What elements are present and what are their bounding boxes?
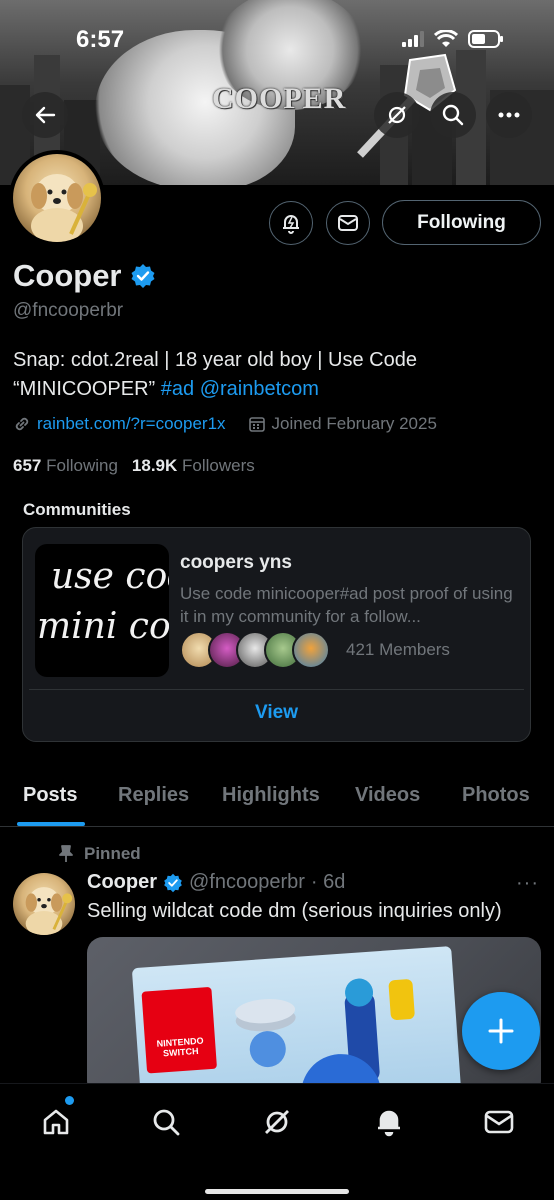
verified-badge-icon[interactable]	[130, 263, 156, 289]
profile-avatar[interactable]	[9, 150, 105, 246]
bio-line: Snap: cdot.2real | 18 year old boy | Use…	[13, 349, 417, 371]
post-author-name[interactable]: Cooper	[87, 871, 157, 894]
tab-photos[interactable]: Photos	[462, 784, 530, 807]
plus-icon	[488, 1018, 514, 1044]
more-icon	[498, 112, 520, 118]
joined-date: Joined February 2025	[271, 414, 437, 433]
website-link[interactable]: rainbet.com/?r=cooper1x	[37, 414, 226, 434]
bio-line: “MINICOOPER” #ad @rainbetcom	[13, 375, 533, 404]
post-text: Selling wildcat code dm (serious inquiri…	[87, 900, 502, 922]
post-header: Cooper @fncooperbr · 6d	[87, 871, 345, 894]
mention-link[interactable]: @rainbetcom	[200, 378, 319, 400]
search-icon	[153, 1109, 180, 1136]
status-time: 6:57	[76, 26, 125, 53]
link-icon	[15, 417, 29, 431]
notification-bell-icon	[283, 215, 299, 234]
website-item[interactable]: rainbet.com/?r=cooper1x	[13, 414, 226, 434]
puppy-graphic	[31, 174, 97, 242]
home-indicator	[205, 1189, 349, 1194]
image-text-line: use code	[51, 556, 169, 597]
member-count: 421 Members	[346, 640, 450, 659]
communities-heading: Communities	[23, 500, 131, 519]
joined-item: Joined February 2025	[248, 414, 437, 434]
tab-replies[interactable]: Replies	[118, 784, 189, 807]
arrow-left-icon	[35, 106, 56, 124]
post-author-handle[interactable]: @fncooperbr	[189, 871, 305, 894]
follow-counts: 657 Following 18.9K Followers	[13, 456, 255, 476]
envelope-icon	[484, 1110, 514, 1134]
display-name: Cooper	[13, 258, 122, 293]
profile-bio: Snap: cdot.2real | 18 year old boy | Use…	[13, 346, 533, 404]
pinned-label: Pinned	[58, 844, 141, 864]
vbucks-graphic	[235, 978, 415, 1097]
profile-tabs: Posts Replies Highlights Videos Photos	[0, 770, 554, 827]
pin-icon	[59, 845, 73, 862]
battery-icon	[468, 30, 503, 48]
status-icons	[402, 30, 504, 48]
active-tab-indicator	[17, 822, 85, 826]
search-icon	[442, 104, 464, 126]
community-members: 421 Members	[180, 631, 450, 669]
tab-posts[interactable]: Posts	[23, 784, 77, 807]
signal-icon	[402, 31, 424, 47]
bio-text: “MINICOOPER”	[13, 378, 156, 400]
following-label: Following	[46, 456, 118, 475]
gift-card-graphic: NINTENDO SWITCH	[131, 946, 463, 1097]
profile-meta: rainbet.com/?r=cooper1x Joined February …	[13, 414, 459, 434]
more-options-button[interactable]	[486, 92, 532, 138]
image-text-line: mini cooper	[37, 606, 169, 647]
divider	[29, 689, 524, 690]
avatar-image	[13, 154, 101, 242]
bottom-navigation	[0, 1083, 554, 1200]
wifi-icon	[434, 30, 458, 47]
following-count-link[interactable]: 657 Following	[13, 456, 118, 476]
post-author-avatar[interactable]	[13, 873, 75, 935]
hashtag-link[interactable]: #ad	[161, 378, 194, 400]
community-card[interactable]: use code mini cooper coopers yns Use cod…	[22, 527, 531, 742]
post-more-button[interactable]: ···	[516, 872, 539, 895]
member-avatar	[292, 631, 330, 669]
nav-search[interactable]	[146, 1102, 186, 1142]
followers-count: 18.9K	[131, 456, 178, 475]
message-button[interactable]	[326, 201, 370, 245]
home-icon	[43, 1109, 69, 1135]
notification-dot	[65, 1096, 74, 1105]
puppy-graphic	[25, 887, 73, 935]
compose-post-button[interactable]	[462, 992, 540, 1070]
back-button[interactable]	[22, 92, 68, 138]
followers-label: Followers	[182, 456, 255, 475]
following-count: 657	[13, 456, 42, 475]
grok-button[interactable]	[374, 92, 420, 138]
post-time[interactable]: · 6d	[311, 871, 345, 894]
following-button[interactable]: Following	[382, 200, 541, 245]
verified-badge-icon	[164, 873, 182, 892]
grok-icon	[388, 106, 406, 124]
bell-icon	[378, 1110, 400, 1137]
grok-icon	[265, 1110, 289, 1134]
community-name[interactable]: coopers yns	[180, 552, 292, 574]
profile-name: Cooper	[13, 258, 156, 294]
calendar-icon	[248, 417, 265, 432]
followers-count-link[interactable]: 18.9K Followers	[132, 456, 255, 476]
tab-videos[interactable]: Videos	[355, 784, 420, 807]
pinned-text: Pinned	[84, 844, 141, 863]
search-button[interactable]	[430, 92, 476, 138]
community-description: Use code minicooper#ad post proof of usi…	[180, 584, 513, 626]
envelope-icon	[338, 215, 358, 231]
community-image: use code mini cooper	[35, 544, 169, 677]
view-community-button[interactable]: View	[23, 702, 530, 724]
community-image-text: use code mini cooper	[37, 552, 169, 652]
nav-grok[interactable]	[257, 1102, 297, 1142]
nintendo-switch-logo: NINTENDO SWITCH	[141, 986, 218, 1074]
tab-highlights[interactable]: Highlights	[222, 784, 320, 807]
banner-logo-text: COOPER	[212, 82, 347, 115]
nav-notifications[interactable]	[369, 1102, 409, 1142]
nav-home[interactable]	[36, 1102, 76, 1142]
nav-messages[interactable]	[479, 1102, 519, 1142]
notifications-button[interactable]	[269, 201, 313, 245]
profile-handle: @fncooperbr	[13, 300, 124, 321]
